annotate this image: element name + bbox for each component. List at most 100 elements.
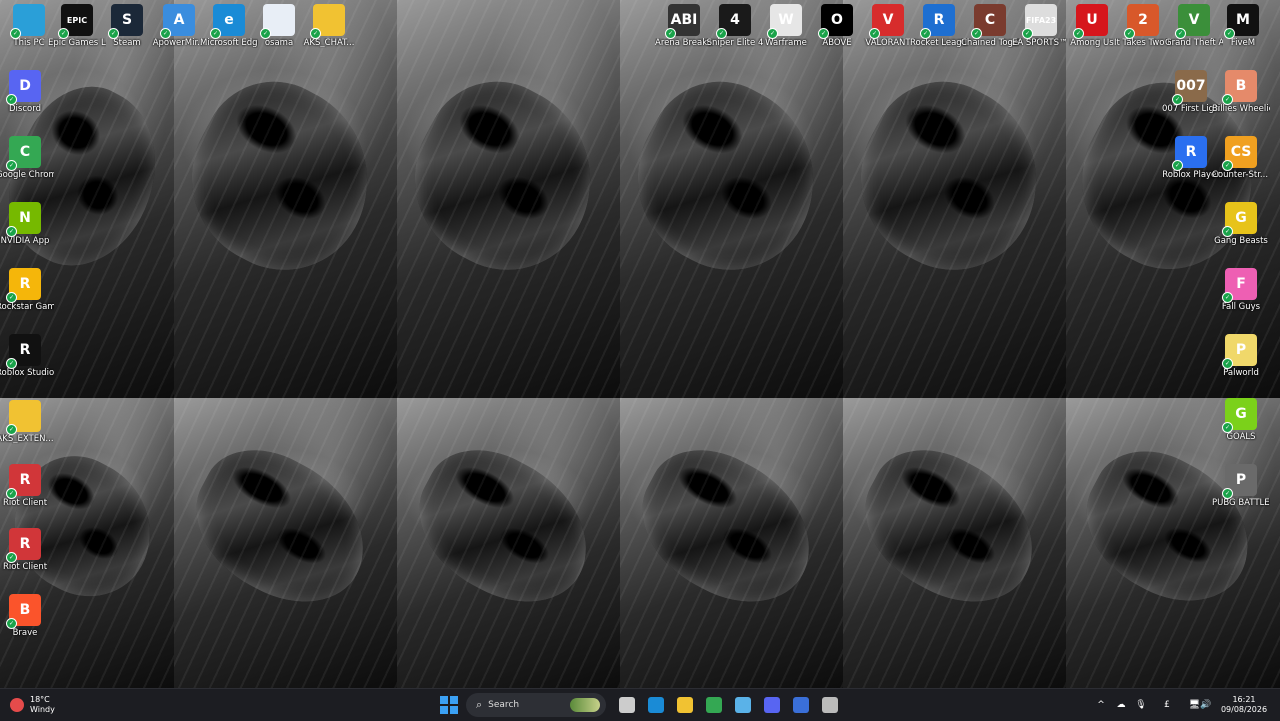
desktop-icon[interactable]: R ✓ Riot Client <box>0 528 54 572</box>
network-volume-icon[interactable]: 🖥🔊 <box>1186 693 1214 717</box>
desktop-icon-label: AKS_CHAT... <box>303 38 355 48</box>
desktop-icon[interactable]: CS ✓ Counter-Str... 2 <box>1212 136 1270 180</box>
sync-check-icon: ✓ <box>6 160 17 171</box>
settings-icon <box>822 697 838 713</box>
clock-time: 16:21 <box>1232 695 1256 704</box>
wallpaper-tile <box>843 0 1066 398</box>
sync-check-icon: ✓ <box>160 28 171 39</box>
desktop-icon[interactable]: R ✓ Riot Client <box>0 464 54 508</box>
desktop-icon[interactable]: N ✓ NVIDIA App <box>0 202 54 246</box>
sync-check-icon: ✓ <box>210 28 221 39</box>
taskbar-app[interactable] <box>645 693 667 717</box>
desktop-icon-label: Brave <box>12 628 38 638</box>
desktop-icon[interactable]: S ✓ Steam <box>98 4 156 48</box>
search-icon: ⌕ <box>476 698 483 711</box>
taskbar-clock[interactable]: 16:21 09/08/2026 <box>1221 693 1267 717</box>
sync-check-icon: ✓ <box>665 28 676 39</box>
tray-chevron-icon[interactable]: ^ <box>1094 693 1108 717</box>
valorant-icon: V ✓ <box>869 4 904 39</box>
desktop-icon[interactable]: B ✓ Billies Wheelie <box>1212 70 1270 114</box>
weather-condition: Windy <box>30 705 55 714</box>
desktop-icon[interactable]: F ✓ Fall Guys <box>1212 268 1270 312</box>
sync-check-icon: ✓ <box>1172 160 1183 171</box>
weather-widget[interactable]: 18°C Windy <box>10 693 90 717</box>
discord-icon <box>764 697 780 713</box>
taskbar-app[interactable] <box>790 693 812 717</box>
desktop-icon[interactable]: ✓ AKS_CHAT... <box>300 4 358 48</box>
sync-check-icon: ✓ <box>1222 160 1233 171</box>
taskbar-app[interactable] <box>616 693 638 717</box>
taskbar-app[interactable] <box>703 693 725 717</box>
wallpaper-tile <box>174 0 397 398</box>
rocket-league-icon: R ✓ <box>920 4 955 39</box>
desktop-icon[interactable]: D ✓ Discord <box>0 70 54 114</box>
desktop-icon[interactable]: P✓PUBG BATTLEGR... <box>1212 464 1270 508</box>
desktop-icon[interactable]: R✓Rockstar Games ... <box>0 268 54 312</box>
desktop-icon-label: Discord <box>9 104 41 114</box>
desktop-icon[interactable]: B ✓ Brave <box>0 594 54 638</box>
taskbar-app[interactable] <box>732 693 754 717</box>
epic-games-icon: EPIC ✓ <box>58 4 93 39</box>
sync-check-icon: ✓ <box>260 28 271 39</box>
desktop-icon-label: It Takes Two Friend's Pass <box>1114 38 1172 48</box>
desktop-icon[interactable]: G ✓ Gang Beasts <box>1212 202 1270 246</box>
document-icon: ✓ <box>260 4 295 39</box>
desktop-icon-label: Billies Wheelie <box>1212 104 1270 114</box>
file-explorer-icon <box>677 697 693 713</box>
sync-check-icon: ✓ <box>6 424 17 435</box>
desktop-icon[interactable]: FIFA23✓EA SPORTS™ FIFA 23 <box>1012 4 1070 48</box>
sniper-elite-icon: 4 ✓ <box>716 4 751 39</box>
desktop-icon[interactable]: W ✓ Warframe <box>757 4 815 48</box>
taskbar-search[interactable]: ⌕ Search <box>466 693 606 717</box>
desktop-icon[interactable]: ✓ AKS_EXTEN... <box>0 400 54 444</box>
desktop-icon[interactable]: M ✓ FiveM <box>1214 4 1272 48</box>
edge-icon <box>648 697 664 713</box>
sync-check-icon: ✓ <box>6 618 17 629</box>
steam-icon: S ✓ <box>108 4 143 39</box>
desktop-icon-label: Counter-Str... 2 <box>1212 170 1270 180</box>
desktop-icon-label: ABOVE <box>822 38 852 48</box>
desktop-icon-label: Gang Beasts <box>1214 236 1268 246</box>
desktop-icon[interactable]: O ✓ ABOVE <box>808 4 866 48</box>
taskbar-app[interactable] <box>674 693 696 717</box>
fall-guys-icon: F ✓ <box>1222 268 1257 303</box>
desktop-icon-label: Chained Together <box>961 38 1019 48</box>
desktop-icon[interactable]: 2✓It Takes Two Friend's Pass <box>1114 4 1172 48</box>
desktop-icon[interactable]: ABI✓Arena Breako... <box>655 4 713 48</box>
sync-check-icon: ✓ <box>767 28 778 39</box>
sync-check-icon: ✓ <box>1222 488 1233 499</box>
sync-check-icon: ✓ <box>1222 422 1233 433</box>
microphone-icon[interactable]: 🎙 <box>1134 693 1148 717</box>
keyboard-layout-indicator[interactable]: £ <box>1160 693 1174 717</box>
desktop-icon[interactable]: R✓Rocket League® <box>910 4 968 48</box>
goals-icon: G ✓ <box>1222 398 1257 433</box>
roblox-player-icon: R ✓ <box>1172 136 1207 171</box>
sync-check-icon: ✓ <box>869 28 880 39</box>
desktop-icon[interactable]: G ✓ GOALS <box>1212 398 1270 442</box>
onedrive-icon[interactable]: ☁ <box>1114 693 1128 717</box>
sync-check-icon: ✓ <box>58 28 69 39</box>
taskbar-app[interactable] <box>819 693 841 717</box>
desktop-icon-label: AKS_EXTEN... <box>0 434 54 444</box>
desktop-icon[interactable]: 4 ✓ Sniper Elite 4 <box>706 4 764 48</box>
desktop-icon[interactable]: P ✓ Palworld <box>1212 334 1270 378</box>
desktop-icon[interactable]: U ✓ Among Us <box>1063 4 1121 48</box>
desktop-icon[interactable]: C✓Google Chrome <box>0 136 54 180</box>
riot-client-icon: R ✓ <box>6 464 41 499</box>
start-button[interactable] <box>438 693 460 717</box>
wallpaper-tile <box>397 398 620 688</box>
desktop-icon[interactable]: R ✓ Roblox Studio <box>0 334 54 378</box>
search-placeholder: Search <box>488 700 520 710</box>
desktop-icon-label: Arena Breako... <box>655 38 713 48</box>
desktop-icon-label: Warframe <box>765 38 807 48</box>
windows-logo-icon <box>440 696 458 714</box>
chained-together-icon: C ✓ <box>971 4 1006 39</box>
gang-beasts-icon: G ✓ <box>1222 202 1257 237</box>
sync-check-icon: ✓ <box>310 28 321 39</box>
desktop-icon[interactable]: C✓Chained Together <box>961 4 1019 48</box>
desktop-icon-label: Roblox Studio <box>0 368 54 378</box>
desktop-icon-label: GOALS <box>1226 432 1256 442</box>
desktop-icon[interactable]: V ✓ VALORANT <box>859 4 917 48</box>
taskbar-app[interactable] <box>761 693 783 717</box>
wallpaper-tile <box>174 398 397 688</box>
